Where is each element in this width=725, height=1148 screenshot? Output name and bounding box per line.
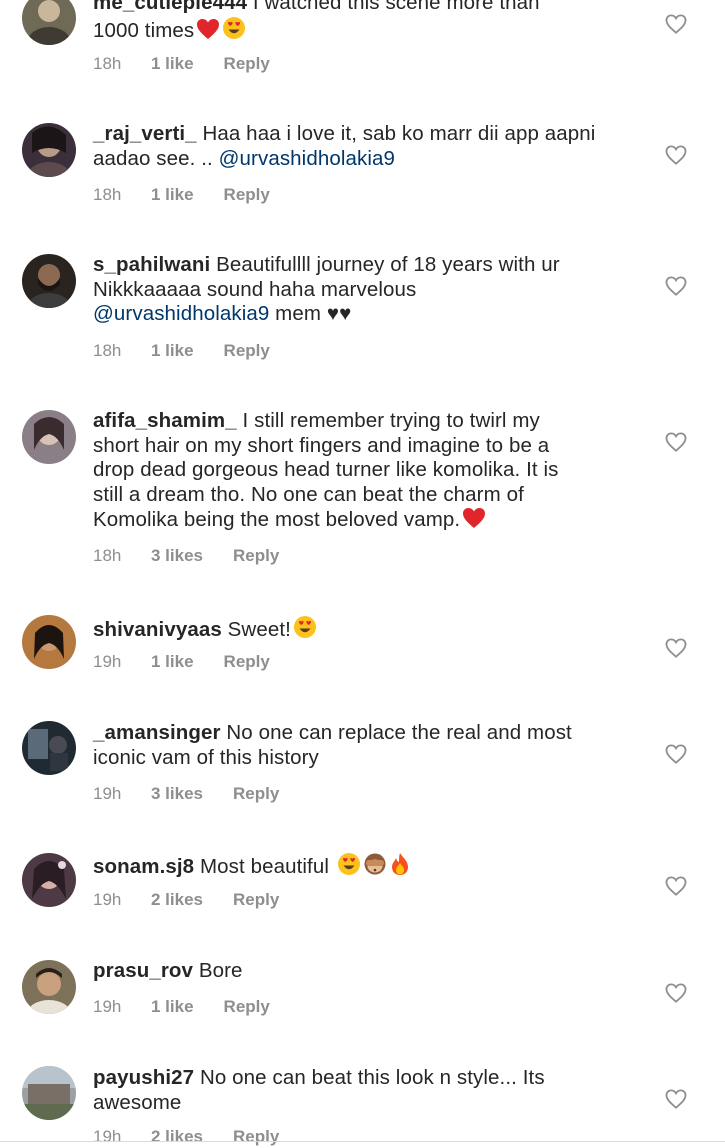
timestamp: 18h: [93, 546, 122, 565]
avatar[interactable]: [22, 1066, 76, 1120]
like-heart-icon[interactable]: [665, 145, 687, 165]
mention-link[interactable]: @urvashidholakia9: [93, 302, 269, 325]
reply-button[interactable]: Reply: [224, 652, 270, 672]
like-heart-icon[interactable]: [665, 276, 687, 296]
timestamp: 18h: [93, 54, 122, 73]
likes-count[interactable]: 3 likes: [151, 546, 203, 566]
comment-meta: 19h 1 like Reply: [93, 997, 270, 1017]
timestamp: 19h: [93, 997, 122, 1016]
comment-text: afifa_shamim_ I still remember trying to…: [93, 409, 653, 536]
comment-text: _amansinger No one can replace the real …: [93, 721, 653, 770]
comment-text: payushi27 No one can beat this look n st…: [93, 1066, 653, 1115]
likes-count[interactable]: 1 like: [151, 341, 194, 361]
red-heart-emoji: [462, 507, 486, 536]
avatar[interactable]: [22, 721, 76, 775]
see-no-evil-monkey-emoji: [363, 852, 387, 883]
comment-meta: 19h 3 likes Reply: [93, 784, 279, 804]
like-heart-icon[interactable]: [665, 432, 687, 452]
avatar[interactable]: [22, 0, 76, 45]
timestamp: 19h: [93, 1127, 122, 1146]
comment-text: s_pahilwani Beautifullll journey of 18 y…: [93, 253, 653, 327]
comment-meta: 19h 1 like Reply: [93, 652, 270, 672]
avatar[interactable]: [22, 960, 76, 1014]
heart-eyes-emoji: [222, 16, 246, 47]
comment-meta: 18h 3 likes Reply: [93, 546, 279, 566]
comment-body: Sweet!: [227, 618, 291, 641]
reply-button[interactable]: Reply: [233, 546, 279, 566]
comment-meta: 19h 2 likes Reply: [93, 1127, 279, 1147]
comment-meta: 18h 1 like Reply: [93, 341, 270, 361]
timestamp: 19h: [93, 784, 122, 803]
like-heart-icon[interactable]: [665, 1089, 687, 1109]
heart-eyes-emoji: [293, 615, 317, 646]
likes-count[interactable]: 1 like: [151, 652, 194, 672]
comment-text: _raj_verti_ Haa haa i love it, sab ko ma…: [93, 122, 653, 171]
comment-meta: 18h 1 like Reply: [93, 54, 270, 74]
fire-emoji: [389, 852, 411, 883]
like-heart-icon[interactable]: [665, 744, 687, 764]
like-heart-icon[interactable]: [665, 983, 687, 1003]
red-heart-emoji: [196, 18, 220, 47]
like-heart-icon[interactable]: [665, 638, 687, 658]
likes-count[interactable]: 2 likes: [151, 1127, 203, 1147]
comment-body-suffix: mem ♥♥: [269, 302, 352, 325]
heart-eyes-emoji: [337, 852, 361, 883]
username[interactable]: _amansinger: [93, 721, 221, 744]
avatar[interactable]: [22, 853, 76, 907]
avatar[interactable]: [22, 410, 76, 464]
like-heart-icon[interactable]: [665, 14, 687, 34]
mention-link[interactable]: @urvashidholakia9: [219, 147, 395, 170]
likes-count[interactable]: 1 like: [151, 185, 194, 205]
username[interactable]: _raj_verti_: [93, 122, 197, 145]
comment-meta: 19h 2 likes Reply: [93, 890, 279, 910]
avatar[interactable]: [22, 615, 76, 669]
reply-button[interactable]: Reply: [233, 1127, 279, 1147]
reply-button[interactable]: Reply: [224, 997, 270, 1017]
username[interactable]: prasu_rov: [93, 959, 193, 982]
username[interactable]: me_cutiepie444: [93, 0, 247, 14]
reply-button[interactable]: Reply: [224, 341, 270, 361]
username[interactable]: shivanivyaas: [93, 618, 222, 641]
comment-text: shivanivyaas Sweet!: [93, 615, 653, 646]
comment-body: Most beautiful: [199, 855, 335, 878]
timestamp: 19h: [93, 890, 122, 909]
divider: [0, 1141, 725, 1142]
likes-count[interactable]: 1 like: [151, 997, 194, 1017]
likes-count[interactable]: 2 likes: [151, 890, 203, 910]
likes-count[interactable]: 1 like: [151, 54, 194, 74]
avatar[interactable]: [22, 254, 76, 308]
reply-button[interactable]: Reply: [224, 54, 270, 74]
timestamp: 18h: [93, 185, 122, 204]
likes-count[interactable]: 3 likes: [151, 784, 203, 804]
comment-text: sonam.sj8 Most beautiful: [93, 852, 653, 883]
timestamp: 18h: [93, 341, 122, 360]
username[interactable]: payushi27: [93, 1066, 194, 1089]
username[interactable]: sonam.sj8: [93, 855, 194, 878]
username[interactable]: afifa_shamim_: [93, 409, 237, 432]
comment-meta: 18h 1 like Reply: [93, 185, 270, 205]
like-heart-icon[interactable]: [665, 876, 687, 896]
username[interactable]: s_pahilwani: [93, 253, 210, 276]
comment-text: me_cutiepie444 I watched this scene more…: [93, 0, 653, 46]
comment-text: prasu_rov Bore: [93, 959, 653, 984]
avatar[interactable]: [22, 123, 76, 177]
comment-body: Bore: [198, 959, 243, 982]
reply-button[interactable]: Reply: [224, 185, 270, 205]
reply-button[interactable]: Reply: [233, 890, 279, 910]
reply-button[interactable]: Reply: [233, 784, 279, 804]
timestamp: 19h: [93, 652, 122, 671]
